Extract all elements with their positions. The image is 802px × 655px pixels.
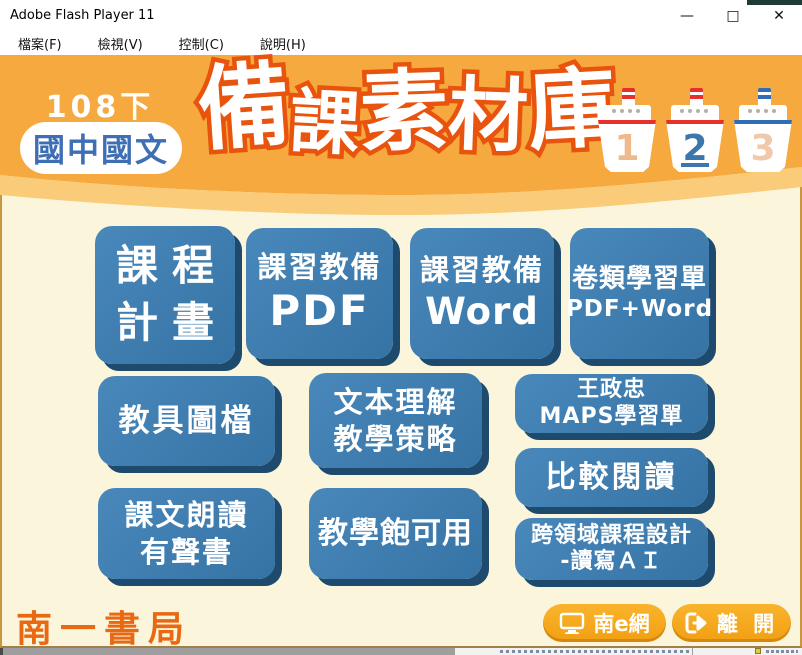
menu-bar: 檔案(F) 檢視(V) 控制(C) 說明(H) [0, 32, 802, 55]
boat-number: 2 [682, 128, 707, 169]
boat-number: 1 [614, 128, 639, 169]
button-cross-domain-reading-writing-ai[interactable]: 跨領域課程設計 -讀寫ＡＩ [515, 518, 708, 580]
button-comparative-reading[interactable]: 比較閱讀 [515, 448, 708, 507]
menu-control[interactable]: 控制(C) [169, 32, 234, 55]
menu-file[interactable]: 檔案(F) [8, 32, 72, 55]
button-teaching-bao[interactable]: 教學飽可用 [309, 488, 482, 579]
boat-volume-3[interactable]: 3 [734, 88, 792, 188]
button-lesson-prep-pdf[interactable]: 課習教備 PDF [246, 228, 393, 359]
boat-hull-icon: 3 [734, 120, 792, 172]
boat-cabin-icon [603, 105, 651, 120]
nan-e-net-button[interactable]: 南e網 [543, 604, 666, 642]
button-text-audio-book[interactable]: 課文朗讀 有聲書 [98, 488, 275, 579]
title-bar: Adobe Flash Player 11 — □ ✕ [0, 0, 802, 32]
desktop-background-sliver [747, 0, 802, 5]
menu-view[interactable]: 檢視(V) [88, 32, 153, 55]
button-maps-worksheet[interactable]: 王政忠 MAPS學習單 [515, 374, 708, 433]
monitor-icon [559, 612, 585, 634]
subject-badge: 國中國文 [20, 122, 182, 174]
nani-books-logo: 南一書局 [16, 600, 192, 652]
boat-hull-icon: 1 [598, 120, 656, 172]
boat-volume-1[interactable]: 1 [598, 88, 656, 188]
boat-cabin-icon [739, 105, 787, 120]
volume-selector-boats: 1 2 3 [598, 88, 798, 190]
exit-label: 離 開 [717, 608, 778, 638]
boat-hull-icon: 2 [666, 120, 724, 172]
exit-button[interactable]: 離 開 [672, 604, 791, 642]
page-title: 備 課 素 材 庫 [212, 62, 602, 187]
button-text-comprehension-strategy[interactable]: 文本理解 教學策略 [309, 373, 482, 468]
subject-label: 國中國文 [33, 125, 169, 171]
button-worksheets-pdf-word[interactable]: 卷類學習單 PDF+Word [570, 228, 709, 359]
exit-icon [685, 612, 709, 634]
boat-cabin-icon [671, 105, 719, 120]
boat-volume-2-selected[interactable]: 2 [666, 88, 724, 188]
button-teaching-aid-images[interactable]: 教具圖檔 [98, 376, 275, 466]
nan-e-net-label: 南e網 [593, 608, 649, 638]
minimize-button[interactable]: — [664, 0, 710, 32]
window-title: Adobe Flash Player 11 [10, 8, 155, 23]
button-course-plan[interactable]: 課程 計畫 [95, 226, 235, 364]
semester-label: 108下 [30, 82, 170, 126]
boat-number: 3 [750, 128, 775, 169]
button-lesson-prep-word[interactable]: 課習教備 Word [410, 228, 554, 359]
